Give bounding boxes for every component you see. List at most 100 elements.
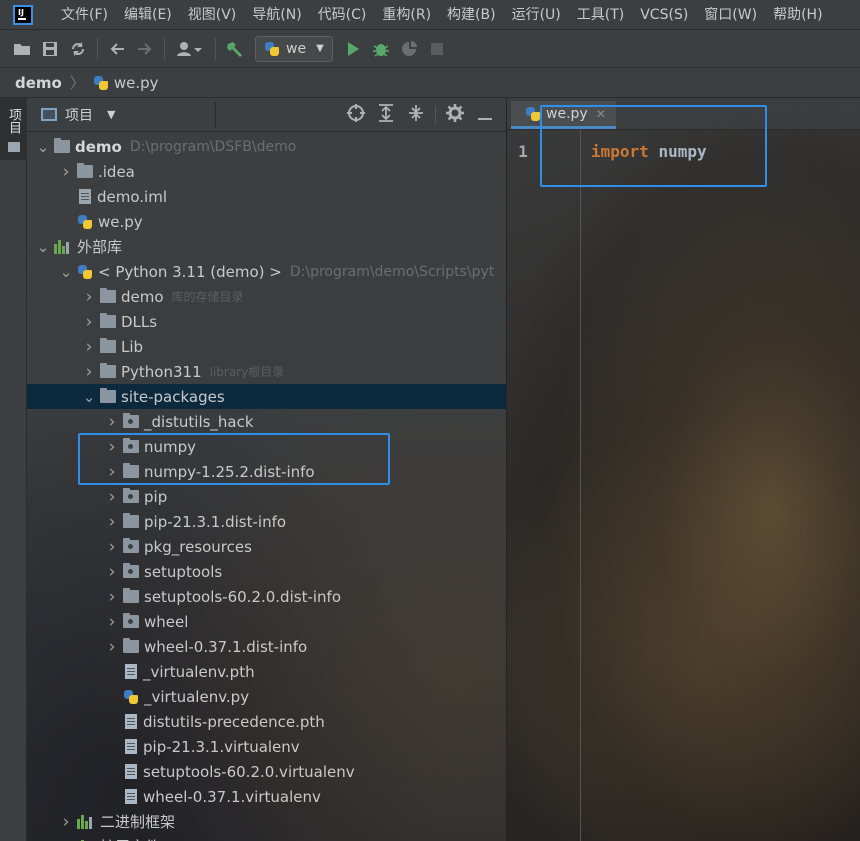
tree-row[interactable]: _virtualenv.py [27,684,506,709]
chevron-right-icon[interactable]: › [104,437,120,457]
breadcrumb-separator-icon: 〉 [69,74,85,92]
save-icon[interactable] [36,35,64,63]
package-folder-icon [123,538,139,553]
tree-row[interactable]: › .idea [27,159,506,184]
tree-row[interactable]: ⌄ 外部库 [27,234,506,259]
gear-icon[interactable] [440,104,470,126]
chevron-right-icon[interactable]: › [104,612,120,632]
tree-row[interactable]: demo.iml [27,184,506,209]
tree-row[interactable]: wheel-0.37.1.virtualenv [27,784,506,809]
code-text[interactable]: import numpy [591,142,707,161]
chevron-down-icon[interactable]: ⌄ [35,239,51,254]
folder-icon [100,338,116,353]
chevron-right-icon[interactable]: › [58,162,74,182]
chevron-right-icon[interactable]: › [58,837,74,841]
folder-icon [7,142,20,152]
tree-row[interactable]: › setuptools [27,559,506,584]
tree-row[interactable]: › DLLs [27,309,506,334]
back-arrow-icon[interactable] [103,35,131,63]
project-tool-tab[interactable]: 项目 [0,98,27,160]
tree-row[interactable]: ⌄ demo D:\program\DSFB\demo [27,134,506,159]
tree-item-label: setuptools [144,562,223,581]
editor-tab-we-py[interactable]: we.py ✕ [511,101,616,129]
tree-row[interactable]: › wheel-0.37.1.dist-info [27,634,506,659]
run-config-selector[interactable]: we ▼ [255,35,333,62]
chevron-right-icon[interactable]: › [81,362,97,382]
menu-item[interactable]: 运行(U) [504,0,569,30]
tree-row[interactable]: › pip [27,484,506,509]
build-hammer-icon[interactable] [221,35,249,63]
collapse-all-icon[interactable] [401,104,431,126]
tree-row[interactable]: we.py [27,209,506,234]
tree-item-label: _virtualenv.pth [143,662,255,681]
breadcrumb-file[interactable]: we.py [93,74,159,92]
open-folder-icon[interactable] [8,35,36,63]
project-view-selector[interactable]: 项目 ▼ [41,105,115,125]
tree-row[interactable]: _virtualenv.pth [27,659,506,684]
chevron-right-icon[interactable]: › [81,337,97,357]
coverage-icon[interactable] [395,35,423,63]
chevron-right-icon[interactable]: › [104,587,120,607]
menu-item[interactable]: 窗口(W) [696,0,765,30]
menu-item[interactable]: 重构(R) [374,0,439,30]
tree-row[interactable]: setuptools-60.2.0.virtualenv [27,759,506,784]
tree-row[interactable]: › numpy [27,434,506,459]
menu-item[interactable]: 视图(V) [180,0,245,30]
menu-item[interactable]: 代码(C) [310,0,375,30]
menu-item[interactable]: 文件(F) [53,0,116,30]
chevron-down-icon[interactable]: ⌄ [35,139,51,154]
tree-row[interactable]: › 扩展文件 [27,834,506,841]
stop-icon[interactable] [423,35,451,63]
menu-item[interactable]: 帮助(H) [765,0,830,30]
locate-crosshair-icon[interactable] [341,104,371,126]
tree-row[interactable]: pip-21.3.1.virtualenv [27,734,506,759]
tree-row[interactable]: › Lib [27,334,506,359]
menu-item[interactable]: 编辑(E) [116,0,180,30]
chevron-right-icon[interactable]: › [58,812,74,832]
chevron-down-icon[interactable]: ⌄ [81,389,97,404]
text-file-icon [125,789,137,804]
tree-row[interactable]: › pip-21.3.1.dist-info [27,509,506,534]
tree-row[interactable]: › 二进制框架 [27,809,506,834]
sync-icon[interactable] [64,35,92,63]
menu-item[interactable]: VCS(S) [632,0,696,30]
tree-item-label: pip-21.3.1.virtualenv [143,737,300,756]
chevron-down-icon[interactable]: ⌄ [58,264,74,279]
forward-arrow-icon[interactable] [131,35,159,63]
user-vcs-icon[interactable] [170,35,210,63]
chevron-right-icon[interactable]: › [81,312,97,332]
expand-all-icon[interactable] [371,104,401,126]
chevron-right-icon[interactable]: › [104,562,120,582]
menu-item[interactable]: 构建(B) [439,0,504,30]
text-file-icon [125,714,137,729]
chevron-right-icon[interactable]: › [81,287,97,307]
tree-item-label: pip [144,487,168,506]
tree-row[interactable]: ⌄ < Python 3.11 (demo) > D:\program\demo\S… [27,259,506,284]
code-module: numpy [658,141,707,161]
chevron-right-icon[interactable]: › [104,637,120,657]
debug-icon[interactable] [367,35,395,63]
run-icon[interactable] [339,35,367,63]
tree-row[interactable]: › numpy-1.25.2.dist-info [27,459,506,484]
chevron-right-icon[interactable]: › [104,487,120,507]
tree-row[interactable]: › wheel [27,609,506,634]
minimize-icon[interactable] [470,106,500,125]
tree-row[interactable]: › Python311 library根目录 [27,359,506,384]
code-line[interactable]: 1 import numpy [507,140,707,162]
tree-row[interactable]: › demo 库的存储目录 [27,284,506,309]
menu-item[interactable]: 导航(N) [244,0,309,30]
tree-row[interactable]: distutils-precedence.pth [27,709,506,734]
breadcrumb-project[interactable]: demo [15,74,62,92]
chevron-down-icon: ▼ [107,108,116,121]
package-folder-icon [123,563,139,578]
menu-item[interactable]: 工具(T) [569,0,632,30]
chevron-right-icon[interactable]: › [104,412,120,432]
tree-row[interactable]: › _distutils_hack [27,409,506,434]
tree-row[interactable]: ⌄ site-packages [27,384,506,409]
tree-row[interactable]: › setuptools-60.2.0.dist-info [27,584,506,609]
close-icon[interactable]: ✕ [596,107,606,121]
tree-row[interactable]: › pkg_resources [27,534,506,559]
chevron-right-icon[interactable]: › [104,537,120,557]
chevron-right-icon[interactable]: › [104,512,120,532]
chevron-right-icon[interactable]: › [104,462,120,482]
